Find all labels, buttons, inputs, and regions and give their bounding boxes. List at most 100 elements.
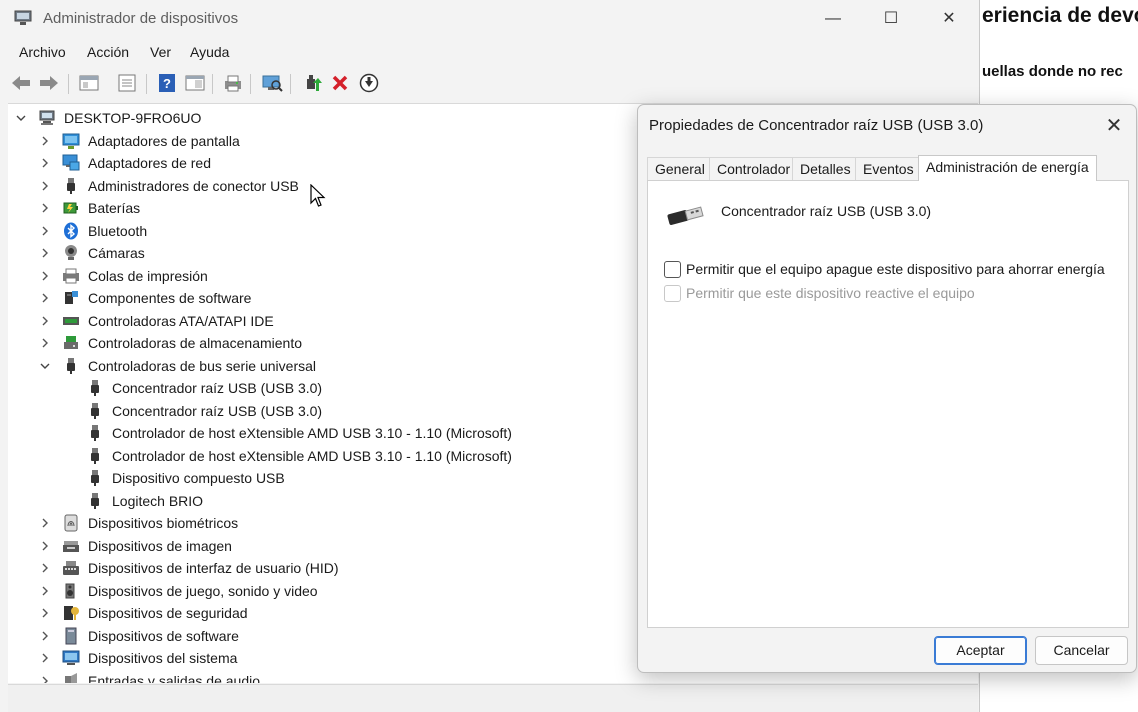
toolbar-separator bbox=[68, 74, 69, 94]
tab-controlador[interactable]: Controlador bbox=[709, 157, 799, 181]
chevron-right-icon[interactable] bbox=[38, 314, 52, 328]
tab-administracion-energia[interactable]: Administración de energía bbox=[918, 155, 1097, 181]
system-device-icon bbox=[62, 649, 80, 667]
background-heading: eriencia de devo bbox=[982, 4, 1138, 27]
update-driver-icon[interactable] bbox=[302, 72, 324, 94]
tree-category[interactable]: Controladoras ATA/ATAPI IDE bbox=[38, 310, 274, 332]
chevron-right-icon[interactable] bbox=[38, 606, 52, 620]
device-manager-app-icon bbox=[14, 10, 32, 25]
print-icon[interactable] bbox=[222, 72, 244, 94]
background-text-line: uellas donde no rec bbox=[982, 63, 1123, 80]
chevron-right-icon[interactable] bbox=[38, 201, 52, 215]
tree-category[interactable]: Dispositivos del sistema bbox=[38, 647, 237, 669]
tree-category[interactable]: Colas de impresión bbox=[38, 265, 208, 287]
tree-item-label: Controladoras de bus serie universal bbox=[88, 357, 317, 374]
tree-category[interactable]: Entradas y salidas de audio bbox=[38, 670, 260, 683]
tree-root-computer[interactable]: DESKTOP-9FRO6UO bbox=[14, 107, 201, 129]
usb-device-icon bbox=[86, 447, 104, 465]
software-component-icon bbox=[62, 289, 80, 307]
tree-category[interactable]: Administradores de conector USB bbox=[38, 175, 299, 197]
allow-power-off-checkbox[interactable] bbox=[664, 261, 681, 278]
chevron-right-icon[interactable] bbox=[38, 516, 52, 530]
chevron-right-icon[interactable] bbox=[38, 674, 52, 683]
tree-device[interactable]: Controlador de host eXtensible AMD USB 3… bbox=[62, 422, 512, 444]
chevron-right-icon[interactable] bbox=[38, 561, 52, 575]
tree-category[interactable]: Dispositivos de software bbox=[38, 625, 239, 647]
computer-icon bbox=[38, 109, 56, 127]
tree-category[interactable]: Dispositivos de imagen bbox=[38, 535, 232, 557]
chevron-right-icon[interactable] bbox=[38, 246, 52, 260]
chevron-right-icon[interactable] bbox=[38, 269, 52, 283]
tree-item-label: DESKTOP-9FRO6UO bbox=[64, 110, 202, 126]
toolbar: ? bbox=[0, 68, 980, 98]
tab-detalles[interactable]: Detalles bbox=[792, 157, 859, 181]
menu-ver[interactable]: Ver bbox=[150, 44, 171, 60]
ok-button[interactable]: Aceptar bbox=[934, 636, 1027, 665]
tree-item-label: Dispositivos del sistema bbox=[88, 650, 238, 666]
cancel-button[interactable]: Cancelar bbox=[1035, 636, 1128, 665]
tree-device[interactable]: Concentrador raíz USB (USB 3.0) bbox=[62, 400, 322, 422]
forward-icon[interactable] bbox=[38, 72, 60, 94]
allow-power-off-label[interactable]: Permitir que el equipo apague este dispo… bbox=[686, 261, 1105, 277]
chevron-right-icon[interactable] bbox=[38, 539, 52, 553]
chevron-down-icon[interactable] bbox=[38, 359, 52, 373]
menu-accion[interactable]: Acción bbox=[87, 44, 129, 60]
tree-device[interactable]: Dispositivo compuesto USB bbox=[62, 467, 285, 489]
minimize-button[interactable]: — bbox=[810, 6, 856, 32]
tree-device[interactable]: Concentrador raíz USB (USB 3.0) bbox=[62, 377, 322, 399]
chevron-down-icon[interactable] bbox=[14, 111, 28, 125]
security-device-icon bbox=[62, 604, 80, 622]
tree-category[interactable]: Adaptadores de pantalla bbox=[38, 130, 240, 152]
tree-category[interactable]: Bluetooth bbox=[38, 220, 147, 242]
menu-archivo[interactable]: Archivo bbox=[19, 44, 66, 60]
chevron-right-icon[interactable] bbox=[38, 179, 52, 193]
tree-category[interactable]: Cámaras bbox=[38, 242, 145, 264]
show-hide-icon[interactable] bbox=[78, 72, 100, 94]
title-bar[interactable]: Administrador de dispositivos — ☐ ✕ bbox=[0, 0, 980, 38]
tree-category[interactable]: Dispositivos de juego, sonido y video bbox=[38, 580, 318, 602]
scan-hardware-icon[interactable] bbox=[261, 72, 283, 94]
software-device-icon bbox=[62, 627, 80, 645]
chevron-right-icon[interactable] bbox=[38, 584, 52, 598]
toolbar-separator bbox=[146, 74, 147, 94]
chevron-right-icon[interactable] bbox=[38, 629, 52, 643]
chevron-right-icon[interactable] bbox=[38, 156, 52, 170]
close-button[interactable]: ✕ bbox=[926, 6, 972, 32]
usb-connector-icon bbox=[62, 177, 80, 195]
maximize-button[interactable]: ☐ bbox=[868, 6, 914, 32]
tree-category[interactable]: Baterías bbox=[38, 197, 140, 219]
chevron-right-icon[interactable] bbox=[38, 134, 52, 148]
chevron-right-icon[interactable] bbox=[38, 651, 52, 665]
tree-category[interactable]: Dispositivos de interfaz de usuario (HID… bbox=[38, 557, 339, 579]
chevron-right-icon[interactable] bbox=[38, 336, 52, 350]
view-icon[interactable] bbox=[184, 72, 206, 94]
disable-icon[interactable] bbox=[358, 72, 380, 94]
back-icon[interactable] bbox=[10, 72, 32, 94]
tree-category[interactable]: Dispositivos de seguridad bbox=[38, 602, 248, 624]
menu-ayuda[interactable]: Ayuda bbox=[190, 44, 229, 60]
tab-general[interactable]: General bbox=[647, 157, 713, 181]
usb-device-icon bbox=[86, 492, 104, 510]
tree-category[interactable]: Controladoras de almacenamiento bbox=[38, 332, 302, 354]
tree-category[interactable]: Controladoras de bus serie universal bbox=[38, 355, 316, 377]
mouse-cursor-icon bbox=[310, 184, 326, 207]
usb-device-icon bbox=[86, 469, 104, 487]
uninstall-icon[interactable] bbox=[329, 72, 351, 94]
dialog-close-button[interactable]: ✕ bbox=[1096, 111, 1132, 141]
chevron-right-icon[interactable] bbox=[38, 224, 52, 238]
tab-eventos[interactable]: Eventos bbox=[855, 157, 922, 181]
chevron-right-icon[interactable] bbox=[38, 291, 52, 305]
help-icon[interactable]: ? bbox=[156, 72, 178, 94]
tree-category[interactable]: Componentes de software bbox=[38, 287, 251, 309]
tree-device[interactable]: Logitech BRIO bbox=[62, 490, 203, 512]
properties-icon[interactable] bbox=[116, 72, 138, 94]
tree-item-label: Componentes de software bbox=[88, 290, 252, 306]
tree-device[interactable]: Controlador de host eXtensible AMD USB 3… bbox=[62, 445, 512, 467]
tree-category[interactable]: Dispositivos biométricos bbox=[38, 512, 238, 534]
tree-category[interactable]: Adaptadores de red bbox=[38, 152, 211, 174]
